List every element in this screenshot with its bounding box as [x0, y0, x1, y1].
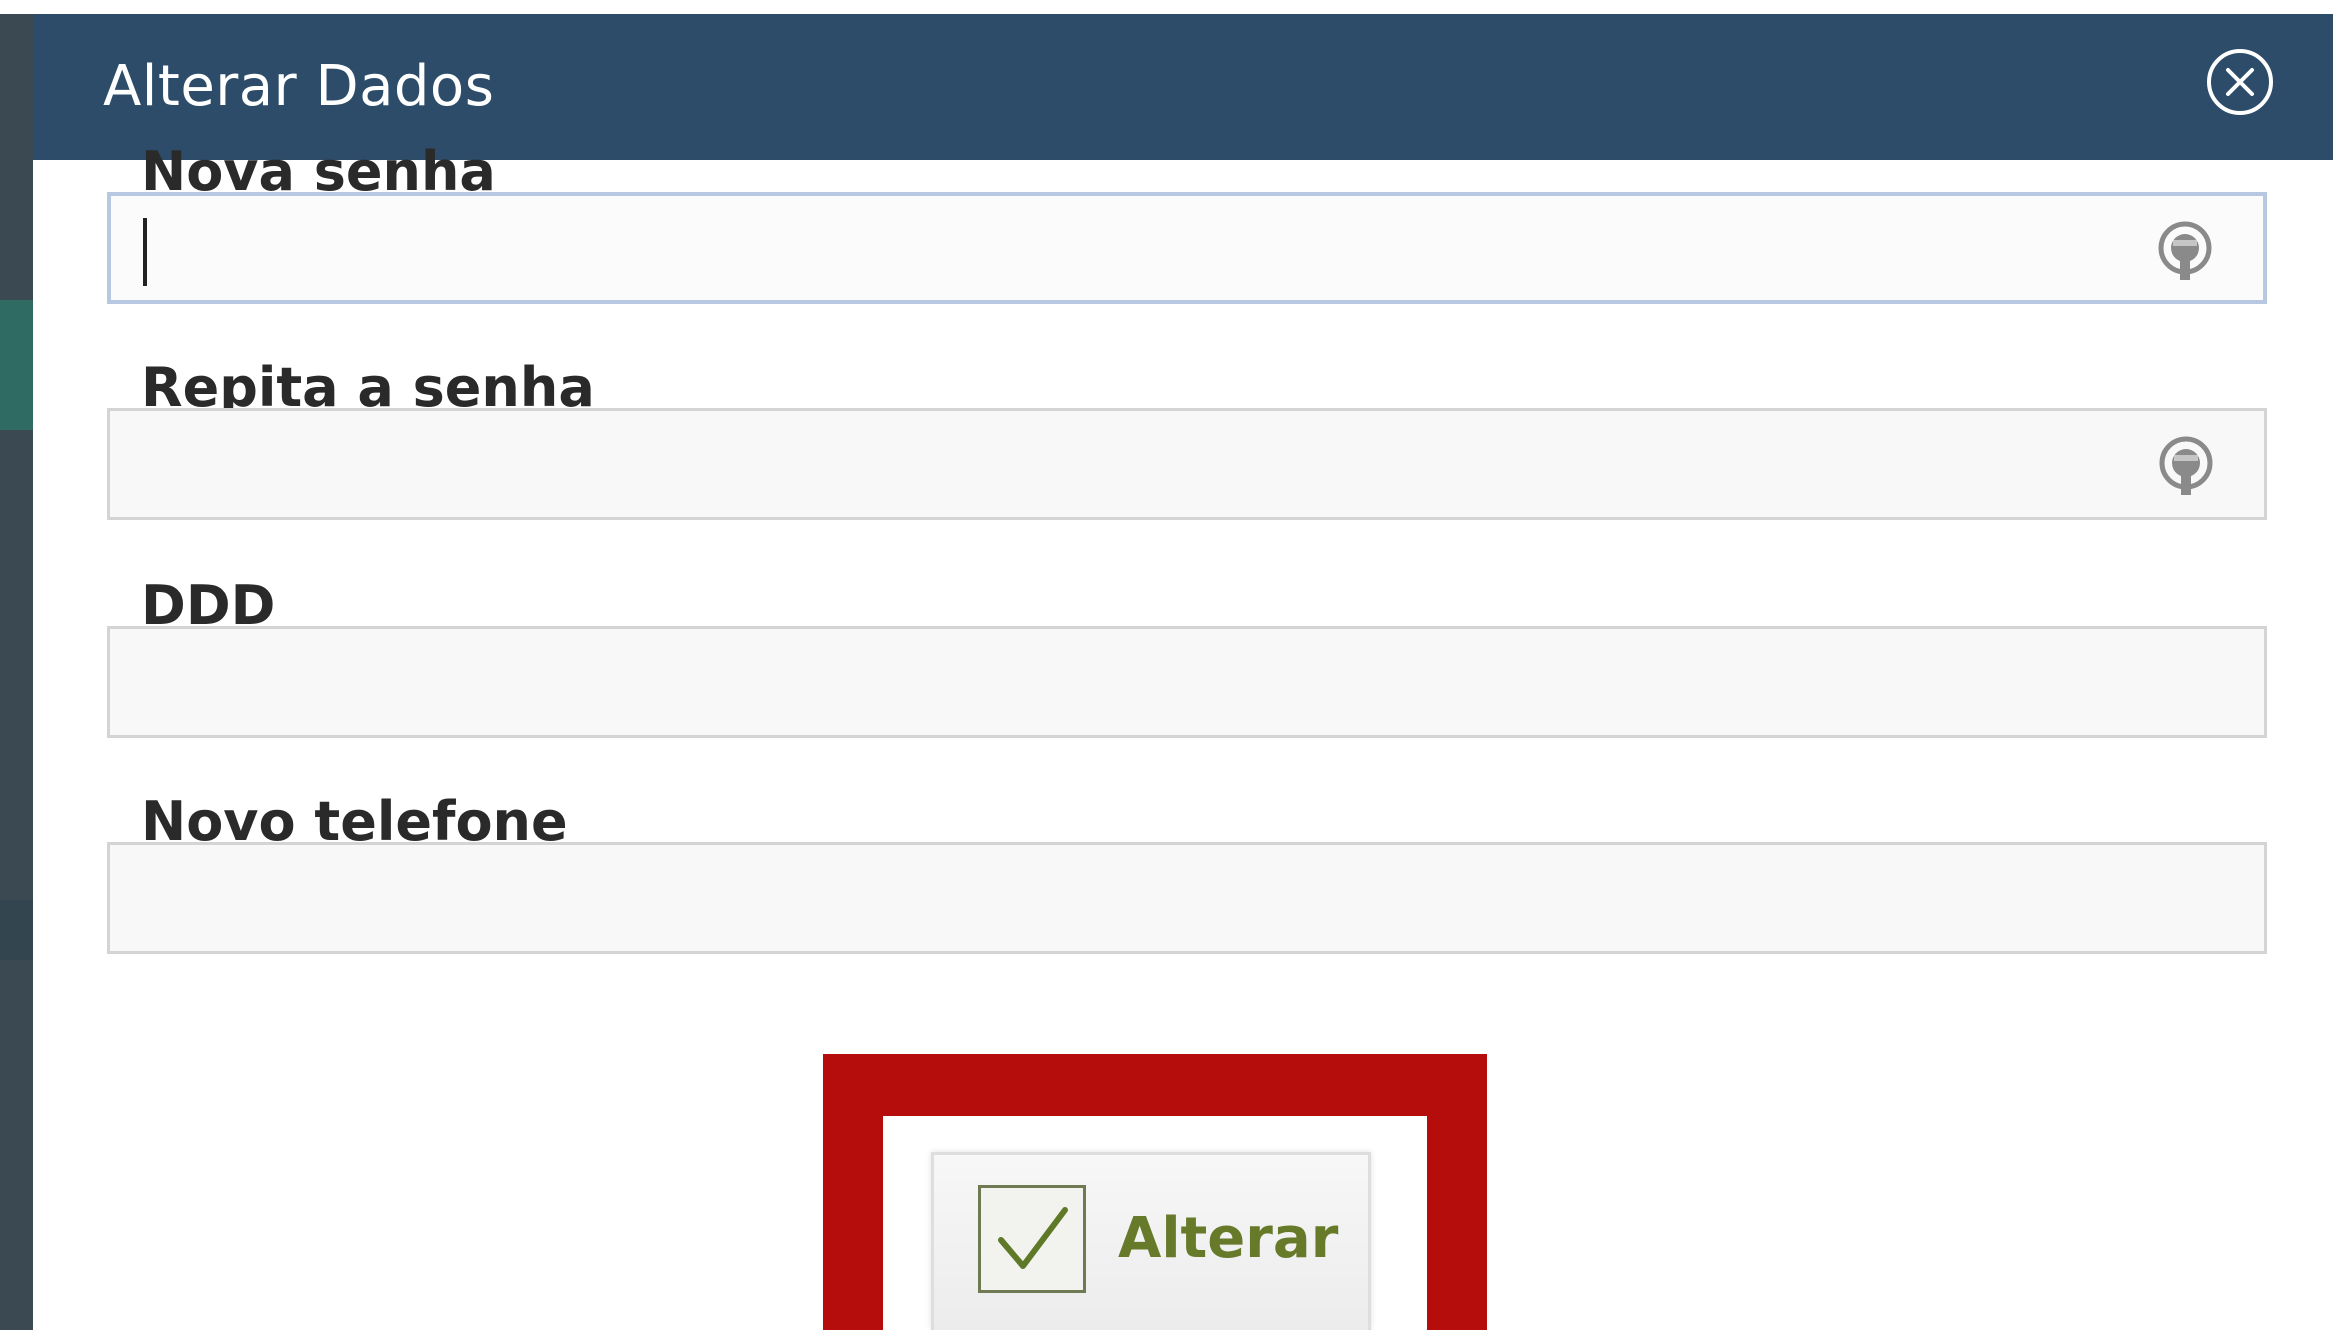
- novo-telefone-input[interactable]: [110, 845, 2264, 951]
- key-icon[interactable]: [2152, 433, 2220, 501]
- background-app-strip: [0, 0, 33, 1330]
- close-button[interactable]: [2205, 47, 2275, 117]
- background-app-marker: [0, 300, 33, 430]
- checkmark-icon: [978, 1185, 1086, 1293]
- close-circle-icon: [2207, 49, 2273, 115]
- highlight-box: Alterar: [823, 1054, 1487, 1330]
- novo-telefone-field[interactable]: [107, 842, 2267, 954]
- nova-senha-field[interactable]: [107, 192, 2267, 304]
- highlight-inner: Alterar: [883, 1116, 1427, 1330]
- alterar-button[interactable]: Alterar: [931, 1152, 1371, 1330]
- text-caret: [143, 218, 147, 286]
- dialog-header: Alterar Dados: [33, 14, 2333, 160]
- alterar-button-label: Alterar: [1118, 1206, 1339, 1271]
- background-app-marker: [0, 900, 33, 960]
- ddd-field[interactable]: [107, 626, 2267, 738]
- dialog-title: Alterar Dados: [103, 54, 495, 119]
- key-icon[interactable]: [2151, 218, 2219, 286]
- repita-senha-field[interactable]: [107, 408, 2267, 520]
- nova-senha-input[interactable]: [111, 196, 2263, 300]
- repita-senha-input[interactable]: [110, 411, 2264, 517]
- ddd-input[interactable]: [110, 629, 2264, 735]
